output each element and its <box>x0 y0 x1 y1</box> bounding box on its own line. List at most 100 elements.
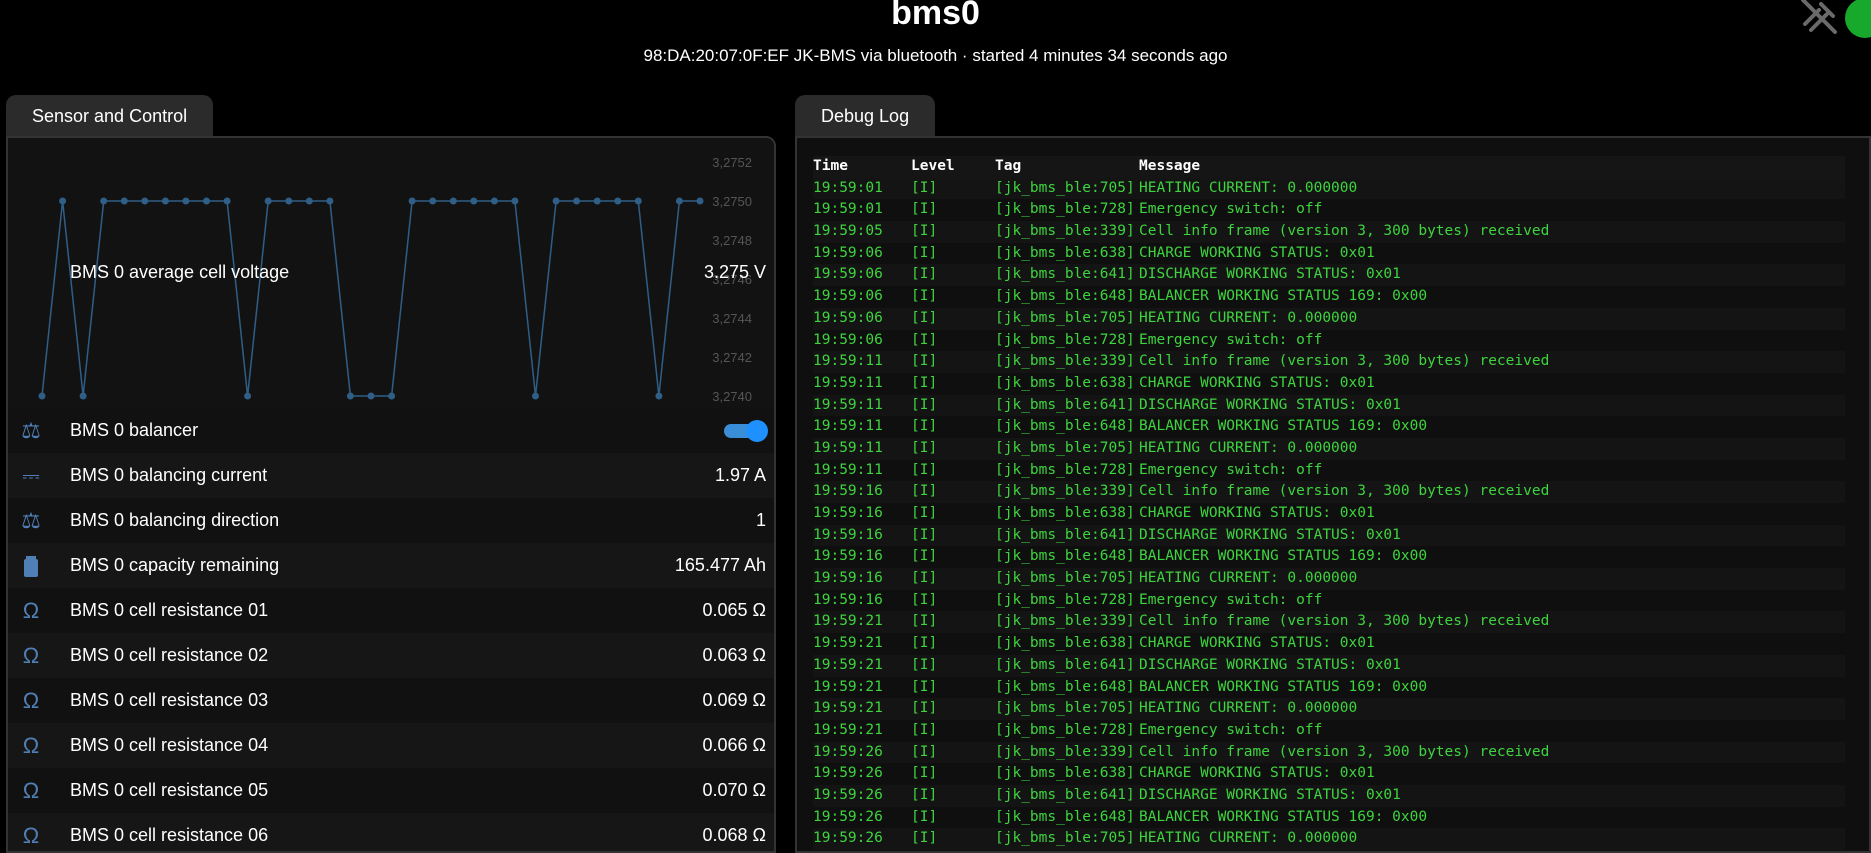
sensor-row[interactable]: ⎓ BMS 0 balancing current 1.97 A <box>8 453 774 498</box>
log-tag: [jk_bms_ble:339] <box>995 353 1135 370</box>
log-message: DISCHARGE WORKING STATUS: 0x01 <box>1139 266 1401 283</box>
log-tag: [jk_bms_ble:705] <box>995 309 1135 326</box>
log-time: 19:59:06 <box>813 244 883 261</box>
log-message: HEATING CURRENT: 0.000000 <box>1139 700 1358 717</box>
sensor-label: BMS 0 balancing current <box>70 465 268 485</box>
y-tick-label: 3,2744 <box>712 311 752 326</box>
voltage-point <box>38 392 46 400</box>
log-time: 19:59:01 <box>813 201 883 218</box>
log-message: Cell info frame (version 3, 300 bytes) r… <box>1139 743 1550 760</box>
log-message: Cell info frame (version 3, 300 bytes) r… <box>1139 223 1550 240</box>
log-message: HEATING CURRENT: 0.000000 <box>1139 179 1358 196</box>
voltage-chart: 3,2752 3,2750 3,2748 3,2746 3,2744 3,2742 3,27… <box>8 138 774 408</box>
log-level: [I] <box>911 244 938 261</box>
log-time: 19:59:21 <box>813 721 883 738</box>
log-time: 19:59:16 <box>813 570 883 587</box>
log-level: [I] <box>911 656 938 673</box>
log-tag: [jk_bms_ble:638] <box>995 765 1135 782</box>
voltage-point <box>59 197 67 205</box>
log-message: BALANCER WORKING STATUS 169: 0x00 <box>1139 678 1428 695</box>
log-header-row: Time Level Tag Message <box>813 156 1845 178</box>
sensor-row[interactable]: Ω BMS 0 cell resistance 05 0.070 Ω <box>8 768 774 813</box>
voltage-point <box>100 197 108 205</box>
y-tick-label: 3,2752 <box>712 155 752 170</box>
log-time: 19:59:16 <box>813 548 883 565</box>
sensor-row[interactable]: BMS 0 capacity remaining 165.477 Ah <box>8 543 774 588</box>
log-line: 19:59:11 [I] [jk_bms_ble:648] BALANCER WORK… <box>813 416 1845 438</box>
voltage-point <box>305 197 313 205</box>
voltage-point <box>573 197 581 205</box>
sensor-row[interactable]: Ω BMS 0 cell resistance 02 0.063 Ω <box>8 633 774 678</box>
log-line: 19:59:06 [I] [jk_bms_ble:728] Emergency swi… <box>813 330 1845 352</box>
log-tag: [jk_bms_ble:728] <box>995 201 1135 218</box>
log-message: Cell info frame (version 3, 300 bytes) r… <box>1139 353 1550 370</box>
log-level: [I] <box>911 483 938 500</box>
log-line: 19:59:16 [I] [jk_bms_ble:641] DISCHARGE WOR… <box>813 524 1845 547</box>
sensor-row[interactable]: ⚖ BMS 0 balancer <box>8 408 774 453</box>
log-time: 19:59:26 <box>813 743 883 760</box>
debug-log-panel: Time Level Tag Message 19:59:01 [I] [jk_bm… <box>795 136 1871 853</box>
log-line: 19:59:21 [I] [jk_bms_ble:339] Cell info fra… <box>813 611 1845 634</box>
sensor-row[interactable]: Ω BMS 0 cell resistance 06 0.068 Ω <box>8 813 774 851</box>
log-header-level: Level <box>911 158 955 174</box>
log-time: 19:59:01 <box>813 179 883 196</box>
connection-off-icon[interactable] <box>1797 0 1841 38</box>
tab-sensor-and-control[interactable]: Sensor and Control <box>6 95 214 137</box>
log-level: [I] <box>911 808 938 825</box>
voltage-point <box>264 197 272 205</box>
log-line: 19:59:16 [I] [jk_bms_ble:728] Emergency swi… <box>813 590 1845 612</box>
tab-debug-log[interactable]: Debug Log <box>795 95 936 137</box>
log-line: 19:59:06 [I] [jk_bms_ble:641] DISCHARGE WOR… <box>813 264 1845 287</box>
device-subtitle: 98:DA:20:07:0F:EF JK-BMS via bluetooth ·… <box>643 46 1228 65</box>
log-level: [I] <box>911 288 938 305</box>
voltage-point <box>552 197 560 205</box>
y-tick-label: 3,2742 <box>712 350 752 365</box>
log-tag: [jk_bms_ble:728] <box>995 461 1135 478</box>
log-line: 19:59:26 [I] [jk_bms_ble:339] Cell info fra… <box>813 741 1845 764</box>
log-tag: [jk_bms_ble:641] <box>995 656 1135 673</box>
log-level: [I] <box>911 548 938 565</box>
sensor-value: 1.97 A <box>714 465 766 485</box>
log-tag: [jk_bms_ble:648] <box>995 678 1135 695</box>
voltage-point <box>79 392 87 400</box>
log-tag: [jk_bms_ble:641] <box>995 526 1135 543</box>
log-message: BALANCER WORKING STATUS 169: 0x00 <box>1139 418 1428 435</box>
log-line: 19:59:11 [I] [jk_bms_ble:339] Cell info fra… <box>813 351 1845 373</box>
log-level: [I] <box>911 830 938 847</box>
sensor-row[interactable]: Ω BMS 0 cell resistance 04 0.066 Ω <box>8 723 774 768</box>
balancer-toggle[interactable] <box>724 420 768 442</box>
log-time: 19:59:16 <box>813 505 883 521</box>
log-message: CHARGE WORKING STATUS: 0x01 <box>1139 374 1375 391</box>
sensor-row[interactable]: Ω BMS 0 cell resistance 03 0.069 Ω <box>8 678 774 723</box>
sensor-row[interactable]: ⚖ BMS 0 balancing direction 1 <box>8 498 774 543</box>
log-line: 19:59:01 [I] [jk_bms_ble:705] HEATING CURRE… <box>813 177 1845 200</box>
voltage-point <box>161 197 169 205</box>
log-level: [I] <box>911 505 938 521</box>
sensor-value: 1 <box>755 510 766 530</box>
sensor-value: 165.477 Ah <box>674 555 766 575</box>
sensor-value: 0.066 Ω <box>702 735 766 755</box>
voltage-point <box>655 392 663 400</box>
log-message: BALANCER WORKING STATUS 169: 0x00 <box>1139 548 1428 565</box>
log-line: 19:59:11 [I] [jk_bms_ble:641] DISCHARGE WOR… <box>813 394 1845 417</box>
log-tag: [jk_bms_ble:638] <box>995 244 1135 261</box>
sensor-label: BMS 0 cell resistance 05 <box>70 780 269 800</box>
log-level: [I] <box>911 331 938 348</box>
log-message: BALANCER WORKING STATUS 169: 0x00 <box>1139 808 1428 825</box>
log-header-message: Message <box>1139 158 1201 174</box>
sensor-row[interactable]: Ω BMS 0 cell resistance 01 0.065 Ω <box>8 588 774 633</box>
sensor-label: BMS 0 balancer <box>70 420 199 440</box>
log-tag: [jk_bms_ble:705] <box>995 830 1135 847</box>
log-level: [I] <box>911 678 938 695</box>
log-level: [I] <box>911 591 938 608</box>
log-tag: [jk_bms_ble:648] <box>995 288 1135 305</box>
log-tag: [jk_bms_ble:641] <box>995 396 1135 413</box>
voltage-point <box>429 197 437 205</box>
sensor-label: BMS 0 cell resistance 02 <box>70 645 269 665</box>
log-level: [I] <box>911 353 938 370</box>
log-time: 19:59:26 <box>813 765 883 782</box>
log-level: [I] <box>911 743 938 760</box>
voltage-point <box>532 392 539 400</box>
log-line: 19:59:26 [I] [jk_bms_ble:641] DISCHARGE WOR… <box>813 784 1845 807</box>
log-level: [I] <box>911 374 938 391</box>
